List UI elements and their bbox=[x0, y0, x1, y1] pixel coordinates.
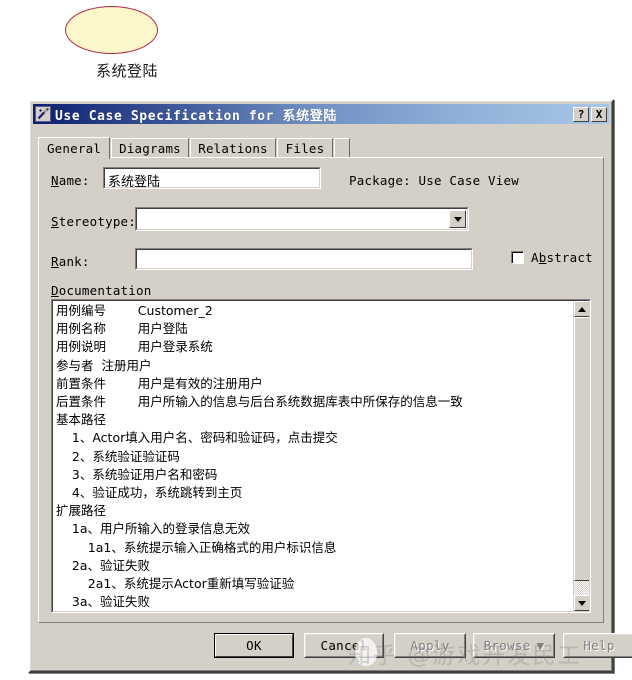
scroll-up-icon[interactable] bbox=[574, 301, 589, 317]
package-text: Package: Use Case View bbox=[349, 173, 519, 188]
cancel-button-label: Cancel bbox=[320, 638, 368, 653]
general-tab-panel: Name: 系统登陆 Package: Use Case View Stereo… bbox=[38, 157, 604, 623]
stereotype-combobox[interactable] bbox=[135, 207, 469, 231]
apply-button-label: Apply bbox=[410, 638, 450, 653]
cancel-button[interactable]: Cancel bbox=[304, 633, 384, 658]
tab-general[interactable]: General bbox=[38, 137, 110, 159]
title-bar[interactable]: Use Case Specification for 系统登陆 ? X bbox=[33, 104, 609, 124]
apply-button[interactable]: Apply bbox=[394, 633, 466, 658]
dialog-button-row: OK Cancel Apply Browse ▼ Help bbox=[30, 629, 632, 669]
name-input[interactable]: 系统登陆 bbox=[103, 167, 321, 189]
chevron-down-icon[interactable] bbox=[449, 210, 466, 228]
documentation-text: 用例编号 Customer_2 用例名称 用户登陆 用例说明 用户登录系统 参与… bbox=[56, 303, 463, 610]
browse-button-label: Browse bbox=[483, 638, 531, 653]
ok-button-label: OK bbox=[246, 638, 262, 653]
documentation-scrollbar[interactable] bbox=[573, 301, 589, 611]
abstract-checkbox[interactable] bbox=[511, 251, 524, 264]
window-title: Use Case Specification for 系统登陆 bbox=[55, 108, 337, 124]
stereotype-combobox-value bbox=[137, 209, 467, 213]
name-input-value: 系统登陆 bbox=[108, 175, 161, 188]
tab-files[interactable]: Files bbox=[277, 138, 333, 158]
help-button[interactable]: Help bbox=[563, 633, 632, 658]
name-label: Name: bbox=[51, 173, 90, 188]
abstract-label: Abstract bbox=[531, 250, 593, 265]
help-button-label: Help bbox=[583, 638, 615, 653]
browse-button[interactable]: Browse ▼ bbox=[473, 633, 555, 658]
close-icon[interactable]: X bbox=[591, 106, 607, 122]
stereotype-label: Stereotype: bbox=[51, 214, 136, 229]
usecase-ellipse-label: 系统登陆 bbox=[95, 62, 158, 80]
rank-input[interactable] bbox=[135, 248, 473, 270]
scroll-down-icon[interactable] bbox=[574, 595, 589, 611]
titlebar-help-button[interactable]: ? bbox=[573, 106, 589, 122]
tab-strip-end bbox=[334, 138, 350, 158]
tab-strip: General Diagrams Relations Files bbox=[38, 137, 604, 159]
documentation-label: Documentation bbox=[51, 283, 152, 298]
scrollbar-track[interactable] bbox=[574, 317, 589, 595]
ok-button[interactable]: OK bbox=[214, 633, 294, 658]
scrollbar-thumb[interactable] bbox=[574, 317, 589, 581]
usecase-diagram-area: 系统登陆 bbox=[0, 0, 632, 96]
wand-icon bbox=[35, 106, 51, 122]
tab-diagrams[interactable]: Diagrams bbox=[111, 138, 189, 158]
abstract-checkbox-group[interactable]: Abstract bbox=[511, 250, 593, 265]
rank-label: Rank: bbox=[51, 254, 90, 269]
tab-relations[interactable]: Relations bbox=[190, 138, 276, 158]
use-case-specification-dialog: Use Case Specification for 系统登陆 ? X Gene… bbox=[28, 99, 632, 673]
chevron-down-icon: ▼ bbox=[536, 638, 545, 653]
documentation-textarea[interactable]: 用例编号 Customer_2 用例名称 用户登陆 用例说明 用户登录系统 参与… bbox=[51, 299, 591, 613]
rank-input-value bbox=[137, 250, 471, 254]
usecase-ellipse-shape[interactable] bbox=[65, 6, 158, 54]
